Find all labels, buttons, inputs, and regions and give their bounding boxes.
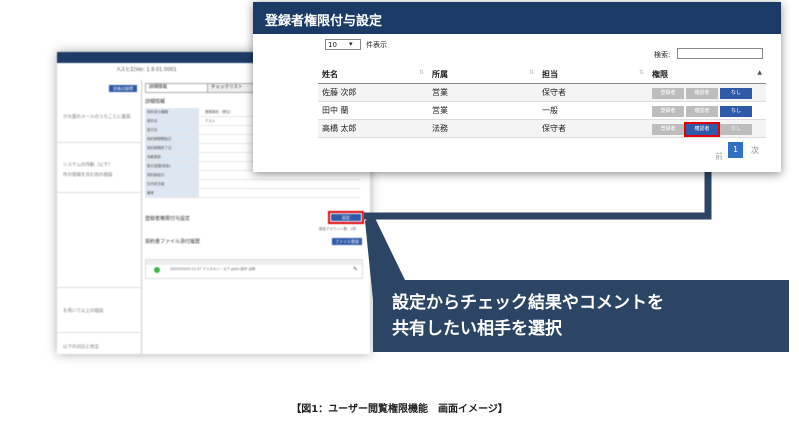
cell-dept: 法務 xyxy=(428,119,538,138)
table-row: 高橋 太郎 法務 保守者 登録者 確認者 なし xyxy=(318,119,766,138)
column-header-name[interactable]: 姓名 ⇅ xyxy=(318,65,428,84)
permission-none-button[interactable]: なし xyxy=(720,87,752,99)
table-header-row: 姓名 ⇅ 所属 ⇅ 担当 ⇅ 権限 ▲ xyxy=(318,65,766,84)
permission-confirmer-button[interactable]: 確認者 xyxy=(686,87,718,99)
dialog-title: 登録者権限付与設定 xyxy=(265,14,383,29)
chevron-down-icon: ▾ xyxy=(349,40,353,48)
table-row: 佐藤 次郎 営業 保守者 登録者 確認者 なし xyxy=(318,83,766,102)
sort-icon: ⇅ xyxy=(528,68,534,76)
page-size-select[interactable]: 10 xyxy=(325,39,361,50)
user-permission-table: 姓名 ⇅ 所属 ⇅ 担当 ⇅ 権限 ▲ 佐藤 次郎 営業 保守者 登録者 確認者 なし 田中… xyxy=(318,65,766,138)
cell-dept: 営業 xyxy=(428,83,538,102)
cell-permission: 登録者 確認者 なし xyxy=(648,83,766,102)
cell-name: 佐藤 次郎 xyxy=(318,83,428,102)
pagination-next[interactable]: 次 xyxy=(751,145,759,156)
sort-icon: ⇅ xyxy=(638,68,644,76)
cell-role: 保守者 xyxy=(538,119,648,138)
pagination-prev[interactable]: 前 xyxy=(715,151,723,162)
permission-registrant-button[interactable]: 登録者 xyxy=(652,105,684,117)
permission-none-button[interactable]: なし xyxy=(720,105,752,117)
search-input[interactable] xyxy=(677,48,763,59)
table-row: 田中 蘭 営業 一般 登録者 確認者 なし xyxy=(318,101,766,120)
pagination-page-1[interactable]: 1 xyxy=(728,142,743,158)
cell-role: 保守者 xyxy=(538,83,648,102)
cell-name: 田中 蘭 xyxy=(318,101,428,120)
callout-text: 設定からチェック結果やコメントを 共有したい相手を選択 xyxy=(392,290,788,342)
permission-dialog: 登録者権限付与設定 10 ▾ 件表示 検索: 姓名 ⇅ 所属 ⇅ 担当 ⇅ 権限 ▲ 佐… xyxy=(253,2,781,172)
cell-dept: 営業 xyxy=(428,101,538,120)
column-header-permission[interactable]: 権限 ▲ xyxy=(648,65,766,84)
callout-line-1: 設定からチェック結果やコメントを xyxy=(392,293,664,313)
permission-registrant-button[interactable]: 登録者 xyxy=(652,87,684,99)
sort-asc-icon: ▲ xyxy=(757,68,762,76)
permission-confirmer-button[interactable]: 確認者 xyxy=(684,121,720,137)
permission-none-button[interactable]: なし xyxy=(720,123,752,135)
callout-line-2: 共有したい相手を選択 xyxy=(392,319,562,339)
page-size-label: 件表示 xyxy=(366,41,387,49)
cell-role: 一般 xyxy=(538,101,648,120)
sort-icon: ⇅ xyxy=(418,68,424,76)
figure-caption: 【図1：ユーザー閲覧権限機能 画面イメージ】 xyxy=(291,404,508,415)
column-header-dept[interactable]: 所属 ⇅ xyxy=(428,65,538,84)
column-header-role[interactable]: 担当 ⇅ xyxy=(538,65,648,84)
cell-permission: 登録者 確認者 なし xyxy=(648,119,766,138)
cell-name: 高橋 太郎 xyxy=(318,119,428,138)
cell-permission: 登録者 確認者 なし xyxy=(648,101,766,120)
search-label: 検索: xyxy=(654,51,671,59)
permission-confirmer-button[interactable]: 確認者 xyxy=(686,105,718,117)
permission-registrant-button[interactable]: 登録者 xyxy=(652,123,684,135)
